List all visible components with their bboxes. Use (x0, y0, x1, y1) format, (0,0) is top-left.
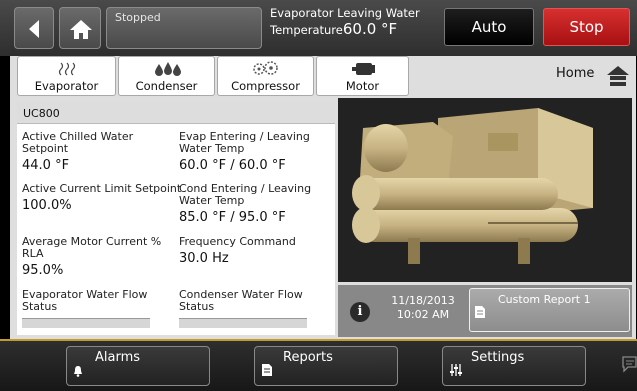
info-icon[interactable]: i (350, 302, 370, 322)
stop-button[interactable]: Stop (543, 8, 630, 46)
custom-report-button[interactable]: Custom Report 1 (469, 288, 630, 332)
evaporator-flow-indicator (22, 318, 150, 328)
water-drops-icon (155, 62, 181, 76)
heat-waves-icon (58, 62, 76, 76)
home-icon[interactable] (606, 64, 630, 88)
tab-motor[interactable]: Motor (316, 56, 409, 96)
cell-evaporator-water-flow: Evaporator Water Flow Status (22, 289, 172, 313)
alarms-label: Alarms (95, 350, 141, 365)
tab-evaporator[interactable]: Evaporator (17, 56, 116, 96)
alarms-button[interactable]: Alarms (66, 346, 210, 386)
tab-evaporator-label: Evaporator (34, 79, 99, 93)
reports-button[interactable]: Reports (254, 346, 398, 386)
condenser-flow-indicator (179, 318, 307, 328)
cell-value: 44.0 °F (22, 158, 70, 173)
custom-report-label: Custom Report 1 (498, 293, 591, 306)
cell-label: Evap Entering / Leaving Water Temp (179, 130, 310, 155)
sliders-icon (450, 364, 462, 376)
bell-icon (74, 366, 82, 377)
tab-condenser[interactable]: Condenser (118, 56, 215, 96)
tab-condenser-label: Condenser (135, 79, 198, 93)
back-button[interactable] (14, 7, 54, 49)
message-icon[interactable] (621, 355, 637, 373)
evap-label-line1: Evaporator Leaving Water (270, 6, 420, 20)
reports-label: Reports (283, 350, 333, 365)
settings-label: Settings (471, 350, 525, 365)
home-button[interactable] (59, 7, 101, 49)
gears-icon (253, 61, 278, 75)
date-text: 11/18/2013 (391, 294, 455, 307)
cell-average-motor-current: Average Motor Current % RLA 95.0% (22, 235, 172, 279)
tab-compressor-label: Compressor (231, 79, 300, 93)
cell-value: 30.0 Hz (179, 251, 229, 266)
cell-value: 85.0 °F / 95.0 °F (179, 210, 286, 225)
cell-label: Evaporator Water Flow Status (22, 288, 148, 313)
cell-evap-entering-leaving: Evap Entering / Leaving Water Temp 60.0 … (179, 130, 331, 174)
back-arrow-icon (29, 20, 39, 38)
document-icon (262, 364, 272, 376)
cell-label: Cond Entering / Leaving Water Temp (179, 182, 312, 207)
evap-leaving-temp: Evaporator Leaving Water Temperature60.0… (270, 5, 420, 38)
status-display: Stopped (106, 7, 262, 49)
auto-button[interactable]: Auto (444, 8, 534, 46)
panel-title: UC800 (23, 107, 60, 120)
status-text: Stopped (115, 11, 161, 24)
cell-label: Active Chilled Water Setpoint (22, 130, 134, 155)
time-text: 10:02 AM (396, 308, 450, 321)
motor-icon (352, 63, 375, 75)
datetime: 11/18/2013 10:02 AM (383, 294, 463, 322)
tab-compressor[interactable]: Compressor (217, 56, 314, 96)
cell-active-current-limit: Active Current Limit Setpoint 100.0% (22, 182, 182, 214)
cell-condenser-water-flow: Condenser Water Flow Status (179, 289, 331, 313)
home-link[interactable]: Home (556, 66, 594, 81)
tab-motor-label: Motor (345, 79, 380, 93)
cell-label: Active Current Limit Setpoint (22, 182, 182, 195)
evap-label-line2: Temperature (270, 23, 343, 37)
cell-value: 95.0% (22, 263, 64, 278)
document-icon (475, 306, 485, 318)
evap-value: 60.0 °F (342, 20, 398, 38)
auto-label: Auto (471, 18, 507, 36)
cell-frequency-command: Frequency Command 30.0 Hz (179, 235, 331, 267)
stop-label: Stop (569, 18, 604, 36)
chiller-image (338, 98, 632, 282)
home-icon (70, 20, 92, 39)
cell-label: Condenser Water Flow Status (179, 288, 303, 313)
panel-header: UC800 (17, 102, 335, 124)
cell-label: Average Motor Current % RLA (22, 235, 162, 260)
cell-cond-entering-leaving: Cond Entering / Leaving Water Temp 85.0 … (179, 182, 331, 226)
cell-value: 100.0% (22, 198, 72, 213)
cell-value: 60.0 °F / 60.0 °F (179, 158, 286, 173)
cell-active-chilled-water-setpoint: Active Chilled Water Setpoint 44.0 °F (22, 130, 172, 174)
cell-label: Frequency Command (179, 235, 296, 248)
settings-button[interactable]: Settings (442, 346, 586, 386)
chiller-illustration (352, 108, 593, 264)
